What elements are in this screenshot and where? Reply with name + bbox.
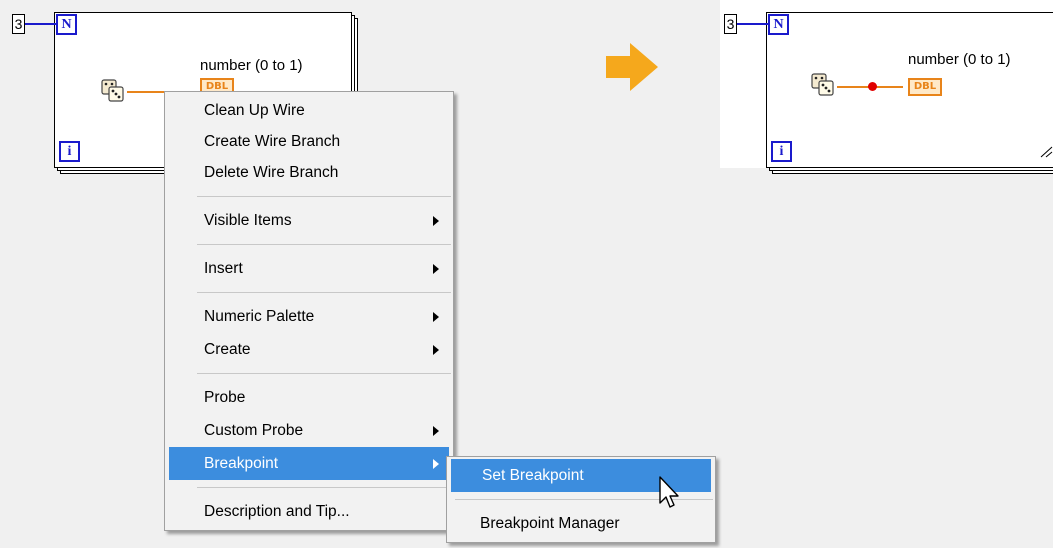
- loop-count-constant[interactable]: 3: [724, 14, 737, 34]
- menu-item-description-and-tip[interactable]: Description and Tip...: [165, 495, 453, 528]
- submenu-arrow-icon: [433, 216, 439, 226]
- submenu-arrow-icon: [433, 345, 439, 355]
- menu-item-probe[interactable]: Probe: [165, 381, 453, 414]
- loop-count-terminal[interactable]: N: [56, 14, 77, 35]
- menu-item-custom-probe[interactable]: Custom Probe: [165, 414, 453, 447]
- indicator-label: number (0 to 1): [200, 57, 303, 74]
- menu-item-clean-up-wire[interactable]: Clean Up Wire: [165, 94, 453, 127]
- random-number-dice-icon[interactable]: [100, 78, 126, 104]
- menu-separator: [197, 244, 451, 245]
- iteration-terminal[interactable]: i: [59, 141, 80, 162]
- submenu-arrow-icon: [433, 264, 439, 274]
- menu-separator: [197, 487, 451, 488]
- menu-item-breakpoint[interactable]: Breakpoint: [169, 447, 449, 480]
- submenu-arrow-icon: [433, 312, 439, 322]
- loop-count-constant[interactable]: 3: [12, 14, 25, 34]
- submenu-arrow-icon: [433, 426, 439, 436]
- menu-item-delete-wire-branch[interactable]: Delete Wire Branch: [165, 156, 453, 189]
- random-number-dice-icon[interactable]: [810, 72, 836, 98]
- right-arrow-icon: [606, 43, 658, 91]
- iteration-terminal[interactable]: i: [771, 141, 792, 162]
- wire-context-menu: Clean Up Wire Create Wire Branch Delete …: [164, 91, 454, 531]
- mouse-pointer-icon: [659, 476, 679, 508]
- menu-item-numeric-palette[interactable]: Numeric Palette: [165, 300, 453, 333]
- count-wire[interactable]: [737, 23, 771, 25]
- menu-item-create[interactable]: Create: [165, 333, 453, 366]
- menu-separator: [197, 292, 451, 293]
- indicator-label: number (0 to 1): [908, 51, 1011, 68]
- numeric-wire[interactable]: [127, 91, 167, 93]
- menu-item-visible-items[interactable]: Visible Items: [165, 204, 453, 237]
- menu-separator: [197, 373, 451, 374]
- menu-item-insert[interactable]: Insert: [165, 252, 453, 285]
- submenu-arrow-icon: [433, 459, 439, 469]
- dbl-indicator-terminal[interactable]: DBL: [908, 78, 942, 96]
- loop-count-terminal[interactable]: N: [768, 14, 789, 35]
- count-wire[interactable]: [25, 23, 59, 25]
- loop-resize-corner-icon: [1040, 146, 1053, 158]
- breakpoint-marker[interactable]: [868, 82, 877, 91]
- menu-item-create-wire-branch[interactable]: Create Wire Branch: [165, 125, 453, 158]
- menu-separator: [197, 196, 451, 197]
